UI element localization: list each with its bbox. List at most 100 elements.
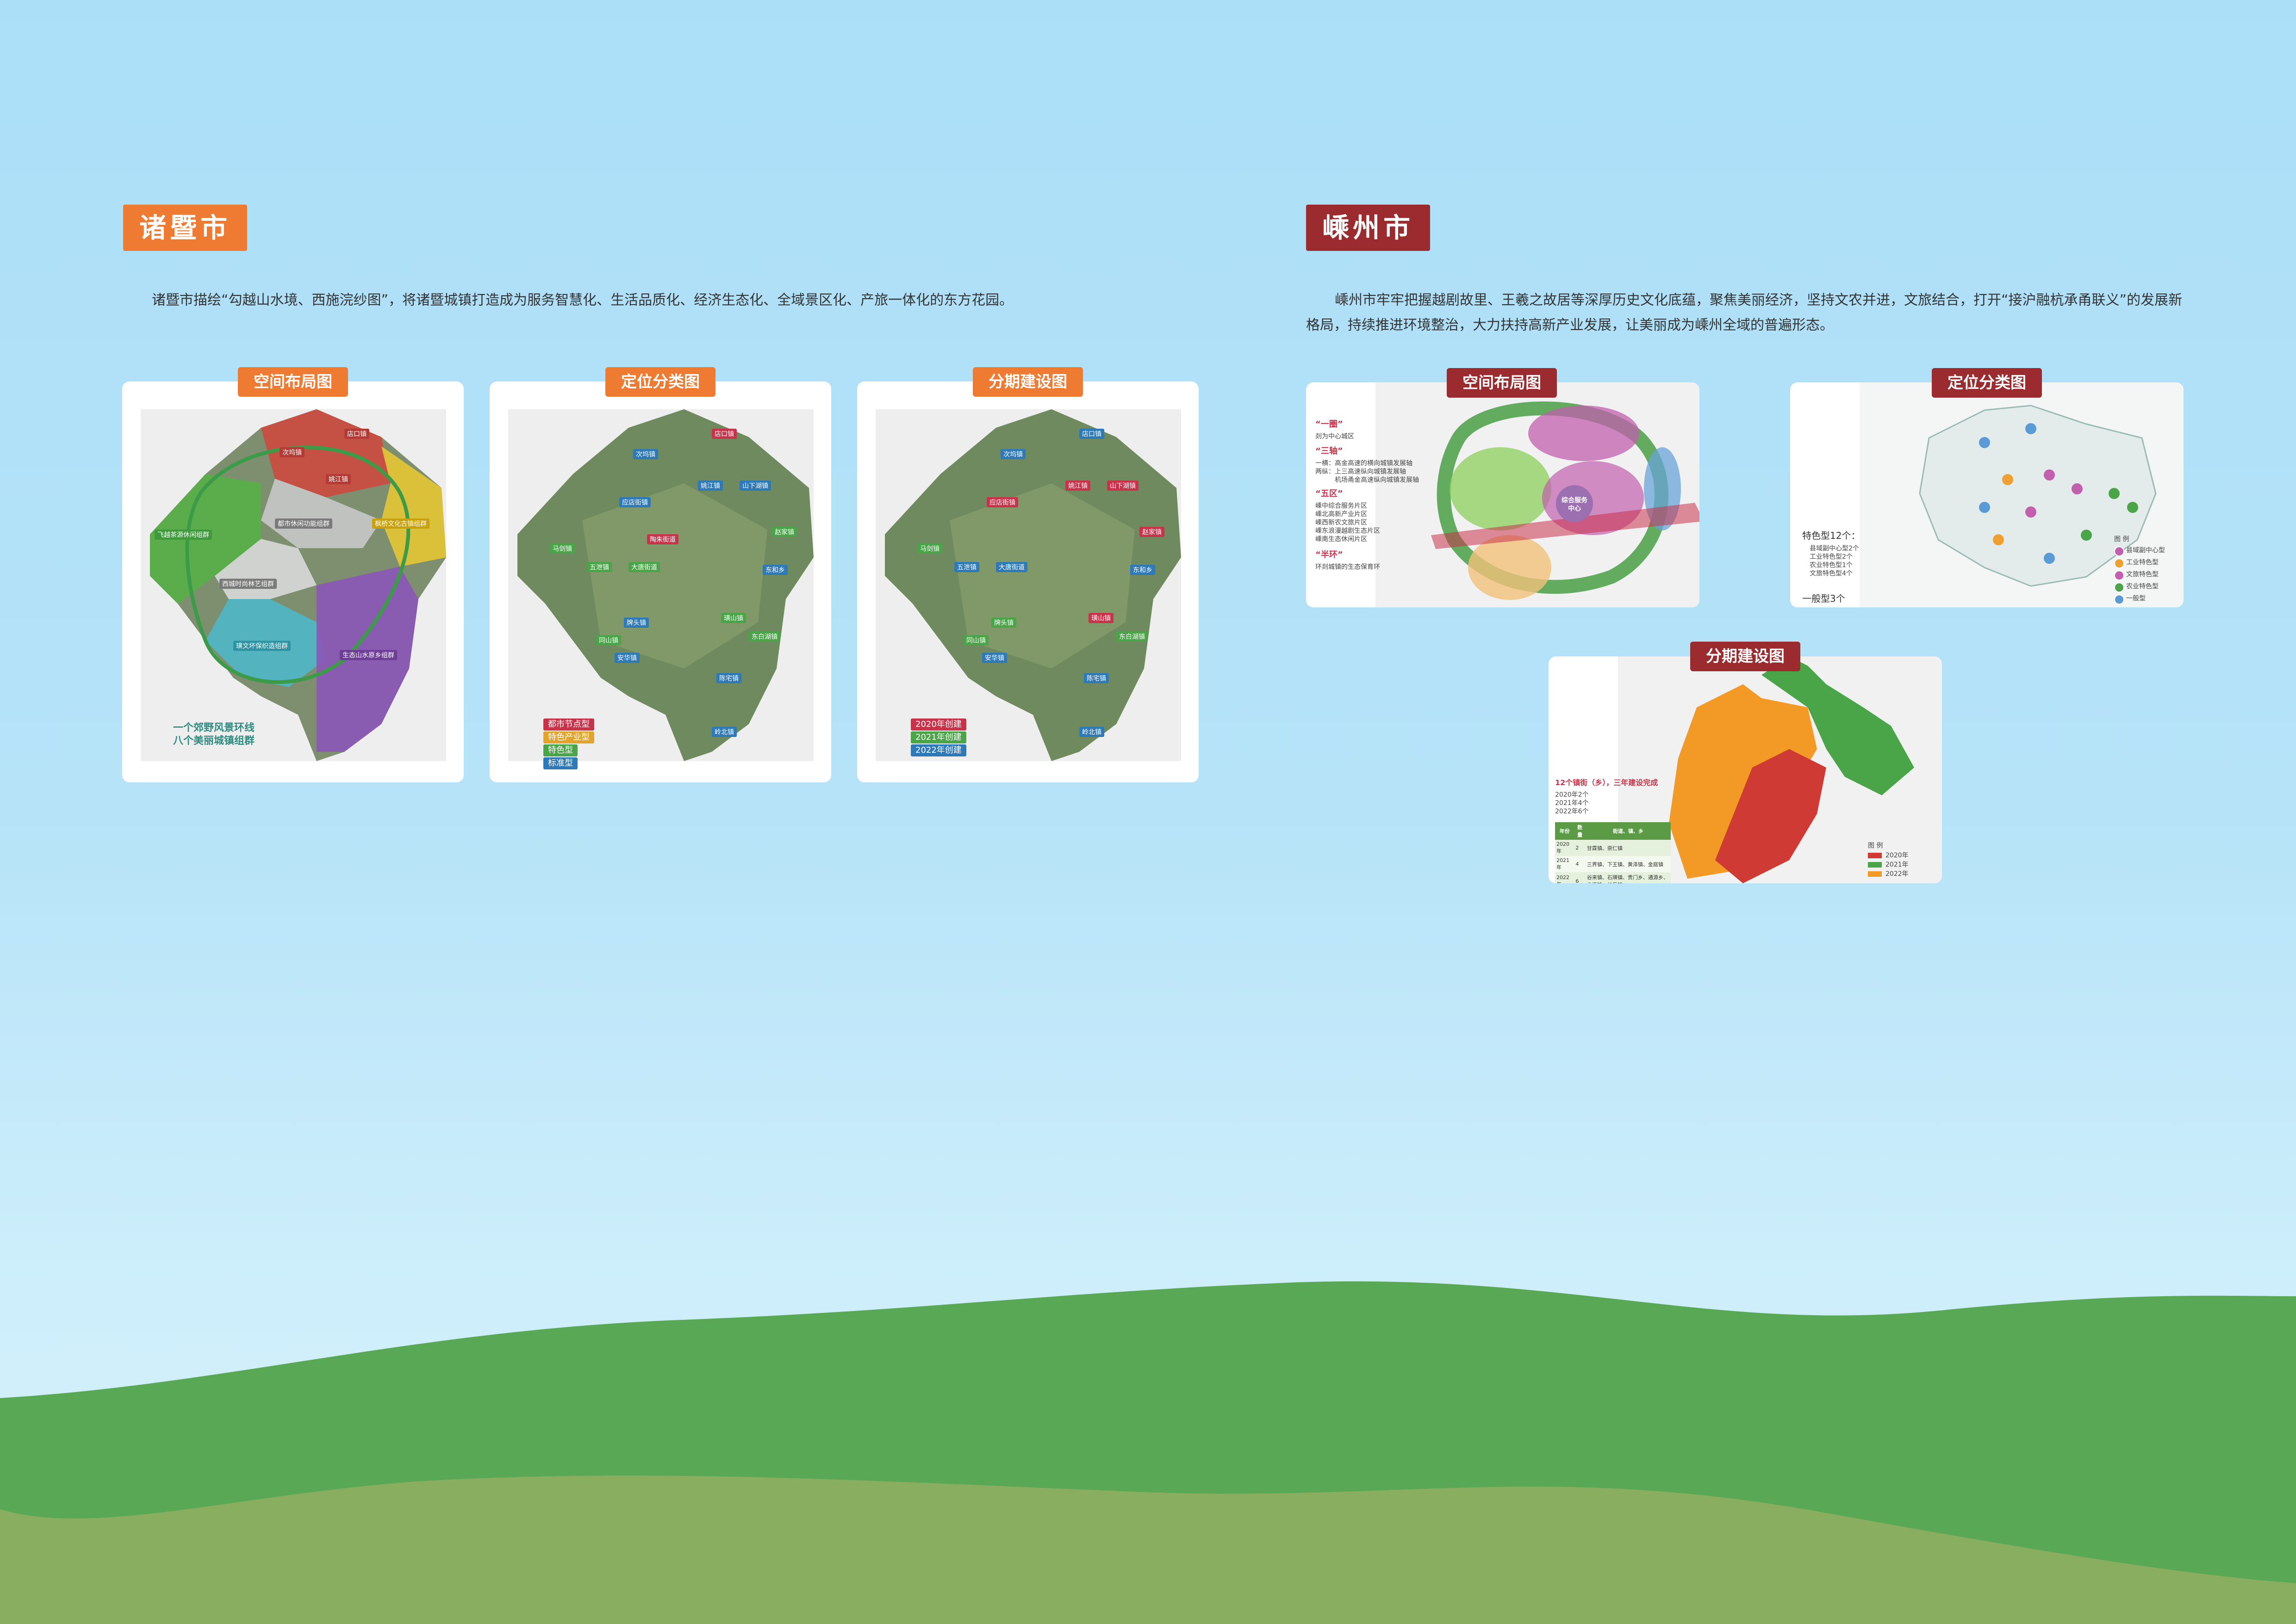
sz-note-2: “三轴”	[1315, 446, 1343, 456]
card-label-sz-layout: 空间布局图	[1447, 368, 1557, 398]
pos-pin-15[interactable]: 安华镇	[615, 653, 640, 663]
phase-pin-1[interactable]: 店口镇	[1079, 429, 1104, 439]
phase-pin-3[interactable]: 姚江镇	[1065, 481, 1090, 491]
sz-pos-legend-dot-1	[2114, 546, 2124, 556]
sz-note-0: “一圈”	[1315, 419, 1343, 429]
sz-table-r2c2: 4	[1575, 861, 1579, 867]
map-card-shengzhou-phase[interactable]: 12个镇街（乡），三年建设完成 2020年2个 2021年4个 2022年6个 …	[1549, 656, 1942, 883]
sz-table-r1c2: 2	[1575, 845, 1579, 851]
phase-map	[876, 409, 1181, 761]
sz-note-10: 嵊东浪漫越剧生态片区	[1315, 527, 1380, 535]
pos-pin-12[interactable]: 璜山镇	[721, 613, 746, 623]
phase-pin-5[interactable]: 应店街镇	[987, 497, 1018, 507]
group-dushi[interactable]: 都市休闲功能组群	[275, 518, 332, 529]
phase-pin-15[interactable]: 东白湖镇	[1116, 631, 1148, 642]
legend-item-1: 都市节点型	[543, 718, 594, 731]
sz-table-h2: 数量	[1577, 824, 1583, 838]
sz-pos-legend-1: 县域副中心型	[2126, 547, 2165, 554]
intro-shengzhou-1: 嵊州市牢牢把握越剧故里、王羲之故居等深厚历史文化底蕴，聚焦美丽经济，坚持文农并进…	[1335, 292, 2183, 308]
pos-pin-17[interactable]: 陈宅镇	[716, 673, 741, 683]
pos-pin-3[interactable]: 姚江镇	[698, 481, 723, 491]
sz-phase-legend-title: 图 例	[1868, 842, 1883, 849]
map-card-zhuji-position[interactable]: 店口镇 次坞镇 姚江镇 山下湖镇 应店街镇 马剑镇 五泄镇 大唐街道 陶朱街道 …	[490, 381, 831, 782]
phase-legend-1: 2020年创建	[911, 718, 966, 731]
phase-pin-8[interactable]: 大唐街道	[996, 562, 1027, 572]
group-shengtai[interactable]: 生态山水原乡组群	[340, 650, 397, 660]
sz-table-r3c3: 谷来镇、石璜镇、贵门乡、通源乡、北漳镇、长乐镇	[1587, 874, 1668, 883]
card-label-zhuji-layout: 空间布局图	[238, 367, 348, 397]
phase-pin-17[interactable]: 岭北镇	[1079, 727, 1104, 737]
sz-table-r1c1: 2020年	[1556, 841, 1569, 854]
phase-pin-9[interactable]: 东和乡	[1130, 565, 1155, 575]
phase-pin-11[interactable]: 璜山镇	[1089, 613, 1114, 623]
sz-table-r3c1: 2022年	[1556, 874, 1569, 884]
phase-pin-13[interactable]: 同山镇	[964, 635, 989, 645]
pos-pin-13[interactable]: 牌头镇	[624, 618, 649, 628]
legend-item-4: 标准型	[543, 757, 578, 769]
pos-pin-14[interactable]: 同山镇	[596, 635, 621, 645]
sz-phase-legend-swatch-2	[1868, 862, 1882, 868]
city-tag-shengzhou: 嵊州市	[1306, 205, 1430, 251]
map-card-shengzhou-layout[interactable]: 综合服务中心 “一圈” 剡为中心城区 “三轴” 一横：高金高速的横向城镇发展轴 …	[1306, 382, 1699, 607]
group-huangwen[interactable]: 璜文坏保织造组群	[233, 641, 291, 651]
pos-pin-6[interactable]: 马剑镇	[550, 543, 575, 554]
group-xicheng[interactable]: 西城时尚林艺组群	[219, 579, 277, 589]
sz-pos-legend-5: 一般型	[2126, 595, 2146, 602]
map-card-shengzhou-position[interactable]: 特色型12个： 县域副中心型2个 工业特色型2个 农业特色型1个 文旅特色型4个…	[1790, 382, 2184, 607]
pin-yaojiang[interactable]: 姚江镇	[326, 474, 351, 484]
sz-phase-legend-swatch-1	[1868, 853, 1882, 858]
layout-caption-1: 一个郊野风景环线	[173, 722, 255, 734]
sz-table-r2c1: 2021年	[1556, 857, 1569, 870]
phase-pin-14[interactable]: 安华镇	[982, 653, 1007, 663]
sz-note-12: “半环”	[1315, 550, 1343, 560]
sz-layout-map	[1375, 382, 1699, 607]
sz-pos-item-1: 县域副中心型2个	[1810, 545, 1859, 552]
sz-pos-legend-2: 工业特色型	[2126, 559, 2159, 566]
layout-caption-2: 八个美丽城镇组群	[173, 735, 255, 747]
intro-shengzhou-2: 格局，持续推进环境整治，大力扶持高新产业发展，让美丽成为嵊州全域的普遍形态。	[1306, 317, 1834, 333]
sz-pos-legend-dot-4	[2114, 582, 2124, 593]
pin-ciwu[interactable]: 次坞镇	[280, 447, 305, 457]
sz-phase-legend-3: 2022年	[1885, 870, 1909, 878]
group-feiyue[interactable]: 飞越茶源休闲组群	[155, 530, 212, 540]
pos-pin-16[interactable]: 东白湖镇	[749, 631, 780, 642]
sz-note-9: 嵊西新农文旅片区	[1315, 519, 1367, 526]
sz-phase-legend-2: 2021年	[1885, 861, 1909, 868]
sz-phase-line-1: 2020年2个	[1555, 791, 1589, 799]
intro-zhuji: 诸暨市描绘“勾越山水境、西施浣纱图”，将诸暨城镇打造成为服务智慧化、生活品质化、…	[152, 292, 1014, 308]
sz-pos-legend-4: 农业特色型	[2126, 583, 2159, 590]
sz-center-label: 综合服务中心	[1562, 497, 1587, 512]
pos-pin-9[interactable]: 陶朱街道	[647, 534, 678, 544]
pos-pin-11[interactable]: 赵家镇	[772, 527, 797, 537]
phase-pin-12[interactable]: 牌头镇	[991, 618, 1016, 628]
phase-pin-2[interactable]: 次坞镇	[1001, 449, 1026, 459]
group-fengqiao[interactable]: 枫桥文化古镇组群	[372, 518, 429, 529]
phase-pin-7[interactable]: 五泄镇	[954, 562, 979, 572]
phase-pin-10[interactable]: 赵家镇	[1139, 527, 1164, 537]
sz-phase-headline: 12个镇街（乡），三年建设完成	[1555, 778, 1658, 787]
pos-pin-8[interactable]: 大唐街道	[628, 562, 660, 572]
sz-pos-legend-title: 图 例	[2114, 536, 2129, 543]
phase-pin-16[interactable]: 陈宅镇	[1084, 673, 1109, 683]
map-card-zhuji-phase[interactable]: 店口镇 次坞镇 姚江镇 山下湖镇 应店街镇 马剑镇 五泄镇 大唐街道 东和乡 赵…	[857, 381, 1199, 782]
legend-item-3: 特色型	[543, 744, 578, 756]
sz-phase-legend-swatch-3	[1868, 871, 1882, 877]
pos-pin-7[interactable]: 五泄镇	[587, 562, 612, 572]
map-card-zhuji-layout[interactable]: 店口镇 次坞镇 姚江镇 枫桥文化古镇组群 飞越茶源休闲组群 都市休闲功能组群 西…	[122, 381, 464, 782]
sz-pos-legend-dot-2	[2114, 558, 2124, 568]
sz-pos-legend-dot-5	[2114, 594, 2124, 605]
sz-note-7: 嵊中综合服务片区	[1315, 502, 1367, 510]
phase-pin-6[interactable]: 马剑镇	[917, 543, 942, 554]
pos-pin-10[interactable]: 东和乡	[763, 565, 788, 575]
phase-pin-4[interactable]: 山下湖镇	[1107, 481, 1139, 491]
sz-phase-legend-1: 2020年	[1885, 852, 1909, 859]
pos-pin-4[interactable]: 山下湖镇	[740, 481, 771, 491]
sz-phase-line-2: 2021年4个	[1555, 800, 1589, 807]
pin-dianzhen[interactable]: 店口镇	[344, 429, 369, 439]
pos-pin-2[interactable]: 次坞镇	[633, 449, 658, 459]
sz-note-11: 嵊南生态休闲片区	[1315, 536, 1367, 543]
card-label-zhuji-phase: 分期建设图	[973, 367, 1083, 397]
pos-pin-18[interactable]: 岭北镇	[712, 727, 737, 737]
pos-pin-1[interactable]: 店口镇	[712, 429, 737, 439]
pos-pin-5[interactable]: 应店街镇	[619, 497, 651, 507]
